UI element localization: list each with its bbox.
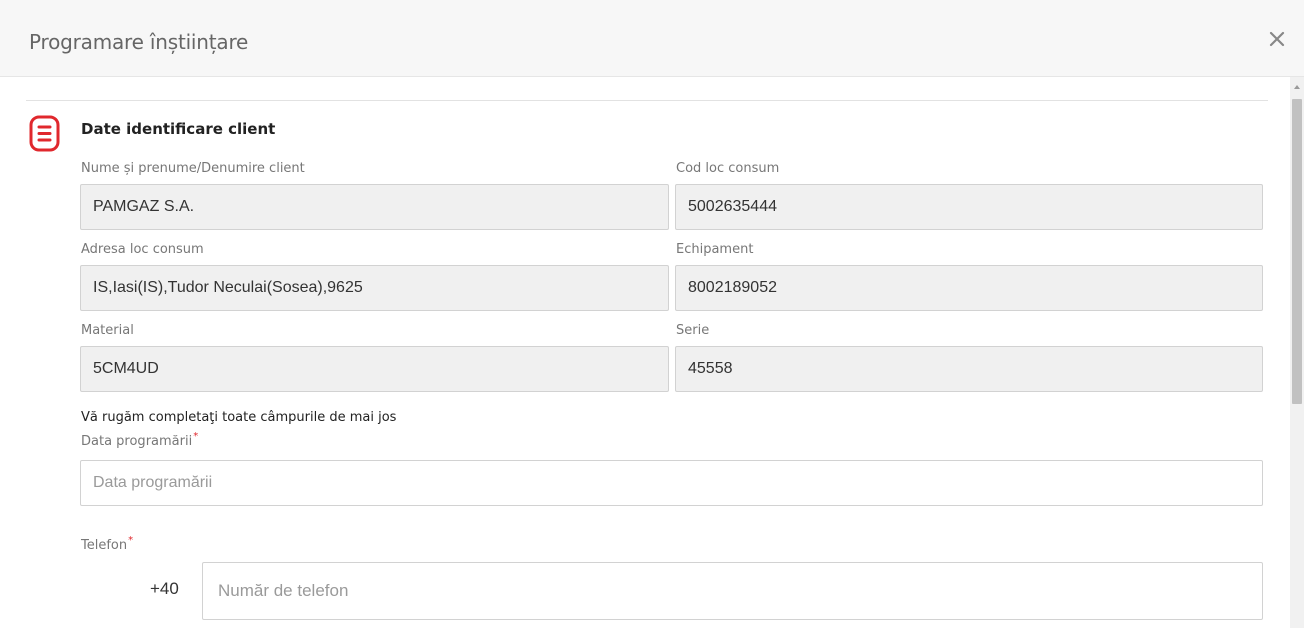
date-label-text: Data programării [81, 434, 193, 449]
close-button[interactable] [1266, 28, 1288, 50]
date-label: Data programării* [81, 431, 199, 449]
client-name-label: Nume și prenume/Denumire client [81, 161, 305, 176]
equipment-field: 8002189052 [675, 265, 1263, 311]
phone-label: Telefon* [81, 535, 134, 553]
document-list-icon [29, 115, 60, 152]
dialog-header: Programare înștiințare [0, 0, 1304, 77]
consumption-address-label: Adresa loc consum [81, 242, 204, 257]
required-mark: * [193, 431, 199, 442]
material-field: 5CM4UD [80, 346, 669, 392]
scroll-up-arrow[interactable] [1294, 85, 1300, 89]
equipment-label: Echipament [676, 242, 754, 257]
client-name-field: PAMGAZ S.A. [80, 184, 669, 230]
scroll-thumb[interactable] [1292, 99, 1302, 404]
serial-field: 45558 [675, 346, 1263, 392]
material-label: Material [81, 323, 134, 338]
date-input[interactable] [80, 460, 1263, 506]
consumption-address-field: IS,Iasi(IS),Tudor Neculai(Sosea),9625 [80, 265, 669, 311]
dialog-body: Date identificare client Nume și prenume… [0, 77, 1304, 628]
phone-label-text: Telefon [81, 538, 128, 553]
required-mark: * [128, 535, 134, 546]
phone-input[interactable] [202, 562, 1263, 620]
form-instruction: Vă rugăm completaţi toate câmpurile de m… [81, 410, 397, 425]
consumption-code-label: Cod loc consum [676, 161, 780, 176]
scrollbar[interactable] [1290, 77, 1304, 628]
serial-label: Serie [676, 323, 710, 338]
divider [26, 100, 1268, 101]
phone-prefix: +40 [150, 579, 179, 598]
close-icon [1269, 31, 1285, 47]
dialog-title: Programare înștiințare [29, 30, 249, 54]
consumption-code-field: 5002635444 [675, 184, 1263, 230]
section-title: Date identificare client [81, 120, 276, 138]
